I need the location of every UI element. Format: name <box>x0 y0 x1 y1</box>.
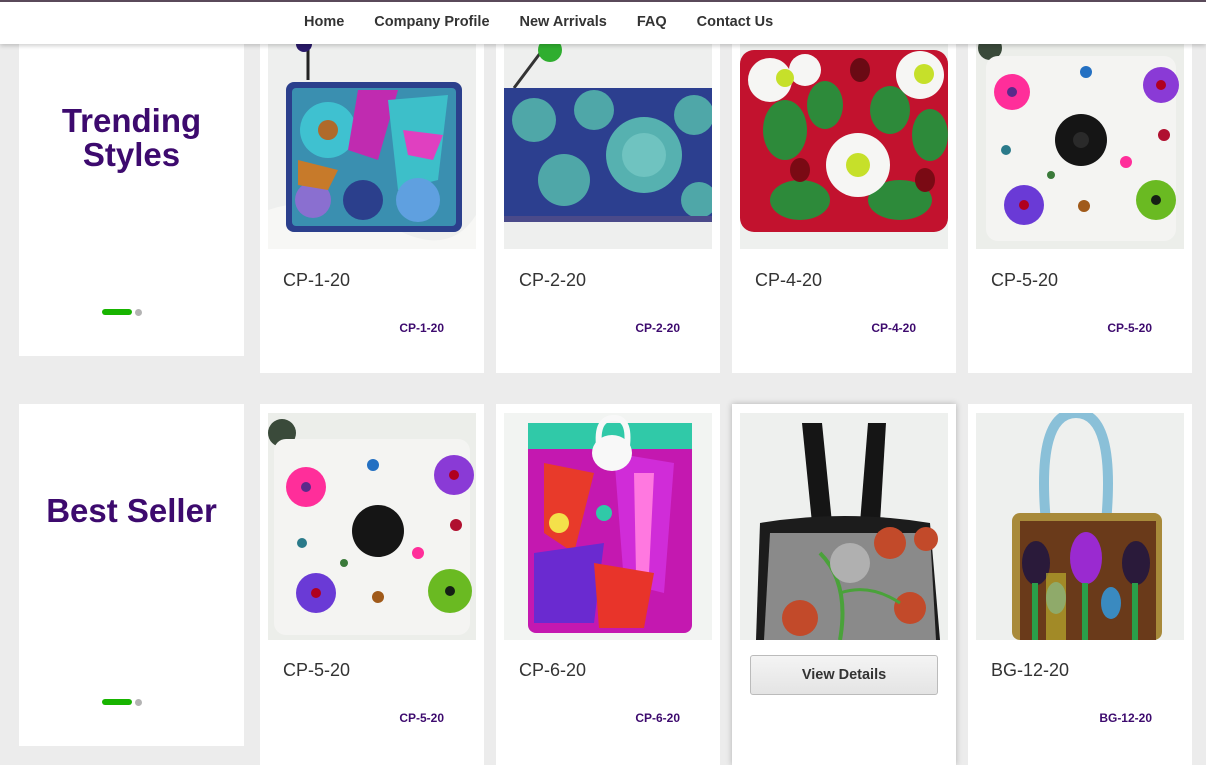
product-code: BG-12-20 <box>1099 711 1152 725</box>
view-details-button[interactable]: View Details <box>750 655 938 695</box>
product-image[interactable] <box>740 413 948 640</box>
carousel-dot[interactable] <box>135 698 142 706</box>
product-card[interactable]: BG-12-20 BG-12-20 <box>968 404 1192 765</box>
nav-contact-us[interactable]: Contact Us <box>697 14 774 30</box>
nav-company-profile[interactable]: Company Profile <box>374 14 489 30</box>
product-name[interactable]: CP-4-20 <box>755 270 822 291</box>
carousel-dot-active[interactable] <box>102 309 132 315</box>
section-title: Trending Styles <box>61 102 202 173</box>
product-image[interactable] <box>504 413 712 640</box>
product-name[interactable]: CP-5-20 <box>991 270 1058 291</box>
product-card[interactable]: CP-4-20 CP-4-20 <box>732 40 956 373</box>
best-seller-card: Best Seller <box>19 404 244 746</box>
nav-faq[interactable]: FAQ <box>637 14 667 30</box>
product-code: CP-6-20 <box>635 711 680 725</box>
product-name[interactable]: CP-1-20 <box>283 270 350 291</box>
product-image[interactable] <box>976 413 1184 640</box>
nav-home[interactable]: Home <box>304 14 344 30</box>
product-name[interactable]: CP-5-20 <box>283 660 350 681</box>
product-code: CP-5-20 <box>399 711 444 725</box>
product-card[interactable]: CP-1-20 CP-1-20 <box>260 40 484 373</box>
trending-styles-card: Trending Styles <box>19 40 244 356</box>
main-nav: Home Company Profile New Arrivals FAQ Co… <box>304 14 773 30</box>
nav-new-arrivals[interactable]: New Arrivals <box>520 14 607 30</box>
product-code: CP-5-20 <box>1107 321 1152 335</box>
product-card[interactable]: View Details <box>732 404 956 765</box>
product-name[interactable]: BG-12-20 <box>991 660 1069 681</box>
product-name[interactable]: CP-2-20 <box>519 270 586 291</box>
carousel-dots <box>102 698 142 706</box>
carousel-dot[interactable] <box>135 308 142 316</box>
carousel-dot-active[interactable] <box>102 699 132 705</box>
product-code: CP-4-20 <box>871 321 916 335</box>
product-image[interactable] <box>504 40 712 249</box>
product-image[interactable] <box>268 40 476 249</box>
product-image[interactable] <box>976 40 1184 249</box>
product-name[interactable]: CP-6-20 <box>519 660 586 681</box>
product-card[interactable]: CP-2-20 CP-2-20 <box>496 40 720 373</box>
product-code: CP-1-20 <box>399 321 444 335</box>
product-card[interactable]: CP-5-20 CP-5-20 <box>260 404 484 765</box>
product-image[interactable] <box>740 40 948 249</box>
product-card[interactable]: CP-6-20 CP-6-20 <box>496 404 720 765</box>
section-title: Best Seller <box>46 492 217 529</box>
product-code: CP-2-20 <box>635 321 680 335</box>
carousel-dots <box>102 308 142 316</box>
top-nav-bar: Home Company Profile New Arrivals FAQ Co… <box>0 0 1206 44</box>
product-image[interactable] <box>268 413 476 640</box>
product-card[interactable]: CP-5-20 CP-5-20 <box>968 40 1192 373</box>
